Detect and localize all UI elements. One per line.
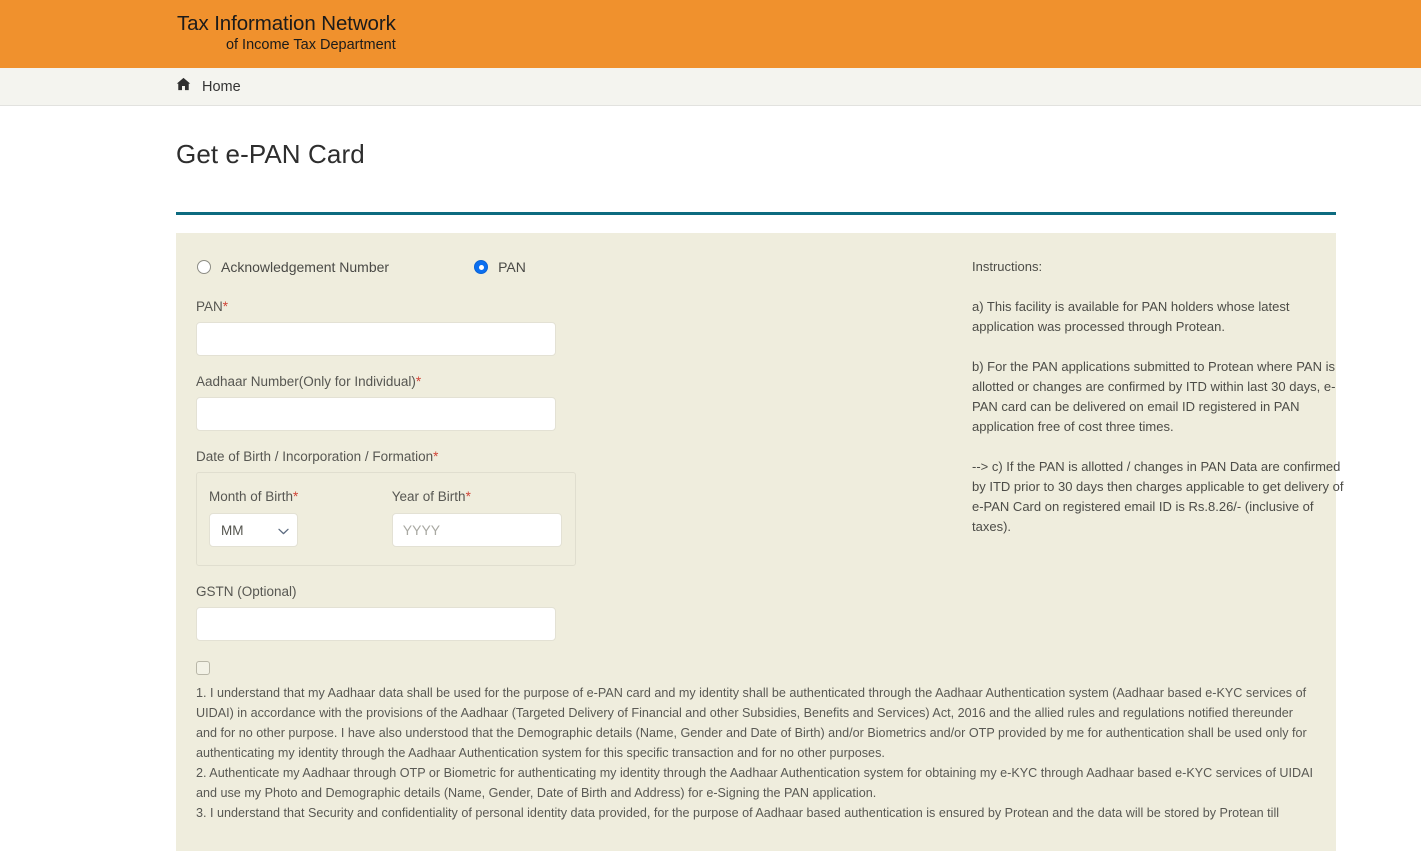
dob-fieldset: Month of Birth* MM Year of Birth*	[196, 472, 576, 566]
month-of-birth-select[interactable]: MM	[209, 513, 298, 547]
radio-acknowledgement-number[interactable]: Acknowledgement Number	[197, 259, 389, 275]
site-header: Tax Information Network of Income Tax De…	[0, 0, 1421, 68]
aadhaar-required-asterisk: *	[415, 374, 422, 389]
title-divider	[176, 212, 1336, 215]
declaration-item-2: 2. Authenticate my Aadhaar through OTP o…	[196, 766, 1314, 800]
instructions-panel: Instructions: a) This facility is availa…	[972, 257, 1347, 537]
chevron-down-icon	[278, 523, 289, 538]
radio-acknowledgement-number-label: Acknowledgement Number	[221, 259, 390, 275]
pan-label-text: PAN	[196, 299, 223, 314]
month-of-birth-group: Month of Birth* MM	[209, 489, 392, 547]
dob-group-label-text: Date of Birth / Incorporation / Formatio…	[196, 449, 434, 464]
month-of-birth-selected-value: MM	[221, 522, 244, 538]
radio-acknowledgement-number-dot[interactable]	[197, 260, 211, 274]
instruction-a: a) This facility is available for PAN ho…	[972, 299, 1290, 334]
declaration-item-3: 3. I understand that Security and confid…	[196, 806, 1280, 820]
aadhaar-input[interactable]	[196, 397, 556, 431]
declaration-item-1: 1. I understand that my Aadhaar data sha…	[196, 686, 1307, 760]
radio-pan[interactable]: PAN	[474, 259, 526, 275]
breadcrumb-item-home[interactable]: Home	[176, 77, 241, 96]
page-title: Get e-PAN Card	[176, 139, 365, 169]
gstn-label: GSTN (Optional)	[196, 584, 297, 599]
year-of-birth-group: Year of Birth*	[391, 489, 563, 547]
breadcrumb: Home	[0, 68, 1421, 106]
site-brand: Tax Information Network of Income Tax De…	[177, 12, 396, 54]
pan-required-asterisk: *	[222, 299, 229, 314]
declaration-text: 1. I understand that my Aadhaar data sha…	[196, 683, 1315, 823]
home-icon	[176, 77, 191, 96]
breadcrumb-home-label: Home	[202, 78, 241, 95]
year-required-asterisk: *	[465, 489, 471, 504]
gstn-field-group: GSTN (Optional)	[196, 584, 1316, 641]
year-of-birth-label: Year of Birth*	[392, 489, 563, 504]
instruction-b: b) For the PAN applications submitted to…	[972, 359, 1336, 434]
pan-input[interactable]	[196, 322, 556, 356]
brand-title: Tax Information Network	[177, 12, 396, 35]
radio-pan-dot[interactable]	[474, 260, 489, 274]
form-panel: Acknowledgement Number PAN PAN* Aadhaar …	[176, 233, 1343, 851]
instructions-heading: Instructions:	[972, 259, 1043, 274]
instruction-c: --> c) If the PAN is allotted / changes …	[972, 459, 1344, 534]
year-of-birth-label-text: Year of Birth	[391, 489, 466, 504]
year-of-birth-input[interactable]	[391, 513, 562, 547]
aadhaar-label-text: Aadhaar Number(Only for Individual)	[196, 374, 416, 389]
month-required-asterisk: *	[293, 489, 299, 504]
brand-subtitle: of Income Tax Department	[225, 37, 396, 54]
month-of-birth-label: Month of Birth*	[209, 489, 392, 504]
gstn-input[interactable]	[196, 607, 556, 641]
month-of-birth-label-text: Month of Birth	[209, 489, 294, 504]
dob-required-asterisk: *	[433, 449, 439, 464]
radio-pan-label: PAN	[498, 259, 526, 275]
declaration-checkbox[interactable]	[196, 661, 210, 675]
